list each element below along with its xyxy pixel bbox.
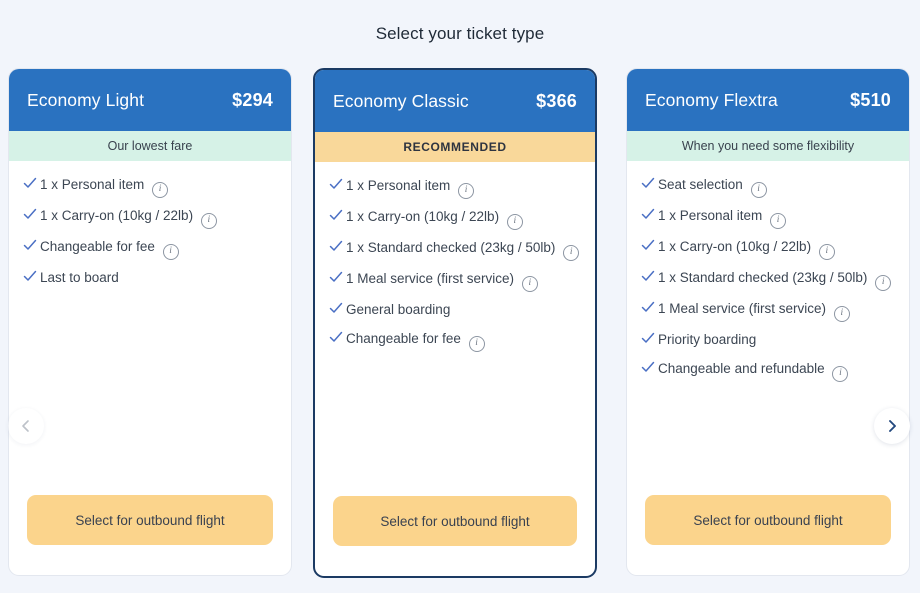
info-icon[interactable]: i xyxy=(506,214,523,230)
fare-feature-item: Last to board xyxy=(23,268,277,289)
info-icon[interactable]: i xyxy=(875,275,892,291)
select-outbound-button[interactable]: Select for outbound flight xyxy=(645,495,891,545)
check-icon xyxy=(23,176,37,194)
fare-feature-item: 1 Meal service (first service) i xyxy=(329,269,581,292)
fare-feature-label: 1 x Personal item i xyxy=(658,206,787,229)
fare-name: Economy Light xyxy=(27,89,145,110)
check-icon xyxy=(641,300,655,318)
select-outbound-button[interactable]: Select for outbound flight xyxy=(333,496,577,546)
info-icon[interactable]: i xyxy=(563,245,580,261)
fare-feature-item: Priority boarding xyxy=(641,330,895,351)
carousel-prev-button[interactable] xyxy=(8,408,44,444)
info-icon[interactable]: i xyxy=(521,276,538,292)
fare-feature-label: Priority boarding xyxy=(658,332,757,347)
fare-price: $510 xyxy=(850,89,891,110)
fare-feature-label: 1 Meal service (first service) i xyxy=(346,269,538,292)
fare-feature-item: 1 x Standard checked (23kg / 50lb) i xyxy=(641,268,895,291)
check-icon xyxy=(329,270,343,288)
fare-price: $366 xyxy=(536,90,577,111)
chevron-right-icon xyxy=(885,419,899,433)
check-icon xyxy=(23,207,37,225)
fare-card-footer: Select for outbound flight xyxy=(315,496,595,576)
page-title: Select your ticket type xyxy=(375,24,545,43)
info-icon[interactable]: i xyxy=(200,213,217,229)
info-icon[interactable]: i xyxy=(468,335,485,352)
fare-feature-item: Changeable for fee i xyxy=(329,329,581,352)
fare-feature-label: 1 x Personal item i xyxy=(346,176,475,199)
fare-card-footer: Select for outbound flight xyxy=(627,495,909,575)
check-icon xyxy=(641,360,655,378)
fare-feature-item: 1 x Personal item i xyxy=(23,175,277,198)
fare-card-footer: Select for outbound flight xyxy=(9,495,291,575)
check-icon xyxy=(23,238,37,256)
info-icon[interactable]: i xyxy=(458,183,475,199)
fare-feature-label: Last to board xyxy=(40,270,119,285)
check-icon xyxy=(641,331,655,349)
fare-feature-label: 1 x Standard checked (23kg / 50lb) i xyxy=(346,238,580,261)
info-icon[interactable]: i xyxy=(818,244,835,260)
fare-feature-list: 1 x Personal item i 1 x Carry-on (10kg / … xyxy=(9,161,291,495)
fare-feature-label: Changeable for fee i xyxy=(40,237,179,260)
fare-feature-label: 1 x Standard checked (23kg / 50lb) i xyxy=(658,268,892,291)
fare-feature-label: 1 x Personal item i xyxy=(40,175,169,198)
check-icon xyxy=(641,176,655,194)
info-icon[interactable]: i xyxy=(152,182,169,198)
carousel-next-button[interactable] xyxy=(874,408,910,444)
info-icon[interactable]: i xyxy=(770,213,787,229)
fare-card-header: Economy Flextra $510 xyxy=(627,69,909,131)
fare-feature-label: General boarding xyxy=(346,302,451,317)
check-icon xyxy=(329,239,343,257)
fare-card-economy-classic[interactable]: Economy Classic $366 RECOMMENDED 1 x Per… xyxy=(313,68,597,578)
fare-name: Economy Classic xyxy=(333,90,469,111)
fare-feature-label: Seat selection i xyxy=(658,175,767,198)
fare-card-economy-flextra[interactable]: Economy Flextra $510 When you need some … xyxy=(626,68,910,576)
fare-feature-list: 1 x Personal item i 1 x Carry-on (10kg / … xyxy=(315,162,595,496)
recommended-badge: RECOMMENDED xyxy=(315,132,595,162)
fare-card-header: Economy Light $294 xyxy=(9,69,291,131)
fare-band: Our lowest fare xyxy=(9,131,291,161)
fare-feature-item: 1 x Carry-on (10kg / 22lb) i xyxy=(23,206,277,229)
fare-feature-item: General boarding xyxy=(329,300,581,321)
check-icon xyxy=(329,177,343,195)
fare-feature-item: Changeable and refundable i xyxy=(641,359,895,382)
fare-feature-item: 1 x Carry-on (10kg / 22lb) i xyxy=(329,207,581,230)
fare-feature-item: 1 Meal service (first service) i xyxy=(641,299,895,322)
fare-name: Economy Flextra xyxy=(645,89,778,110)
fare-feature-label: 1 x Carry-on (10kg / 22lb) i xyxy=(40,206,217,229)
info-icon[interactable]: i xyxy=(162,244,179,260)
fare-feature-label: Changeable for fee i xyxy=(346,329,485,352)
fare-card-header: Economy Classic $366 xyxy=(315,70,595,132)
fare-feature-item: 1 x Personal item i xyxy=(641,206,895,229)
fare-band: When you need some flexibility xyxy=(627,131,909,161)
select-outbound-button[interactable]: Select for outbound flight xyxy=(27,495,273,545)
fare-feature-label: 1 x Carry-on (10kg / 22lb) i xyxy=(346,207,523,230)
check-icon xyxy=(641,269,655,287)
fare-card-economy-light[interactable]: Economy Light $294 Our lowest fare 1 x P… xyxy=(8,68,292,576)
check-icon xyxy=(641,238,655,256)
fare-price: $294 xyxy=(232,89,273,110)
fare-carousel: Economy Light $294 Our lowest fare 1 x P… xyxy=(0,68,920,588)
fare-feature-item: 1 x Standard checked (23kg / 50lb) i xyxy=(329,238,581,261)
check-icon xyxy=(329,330,343,348)
fare-feature-list: Seat selection i 1 x Personal item i 1 x C… xyxy=(627,161,909,495)
check-icon xyxy=(23,269,37,287)
info-icon[interactable]: i xyxy=(832,365,849,382)
fare-feature-item: Seat selection i xyxy=(641,175,895,198)
fare-feature-label: 1 Meal service (first service) i xyxy=(658,299,850,322)
fare-feature-item: Changeable for fee i xyxy=(23,237,277,260)
info-icon[interactable]: i xyxy=(833,306,850,322)
check-icon xyxy=(329,301,343,319)
fare-feature-label: Changeable and refundable i xyxy=(658,359,849,382)
fare-feature-item: 1 x Carry-on (10kg / 22lb) i xyxy=(641,237,895,260)
fare-feature-item: 1 x Personal item i xyxy=(329,176,581,199)
chevron-left-icon xyxy=(19,419,33,433)
check-icon xyxy=(641,207,655,225)
fare-feature-label: 1 x Carry-on (10kg / 22lb) i xyxy=(658,237,835,260)
info-icon[interactable]: i xyxy=(750,182,767,198)
check-icon xyxy=(329,208,343,226)
